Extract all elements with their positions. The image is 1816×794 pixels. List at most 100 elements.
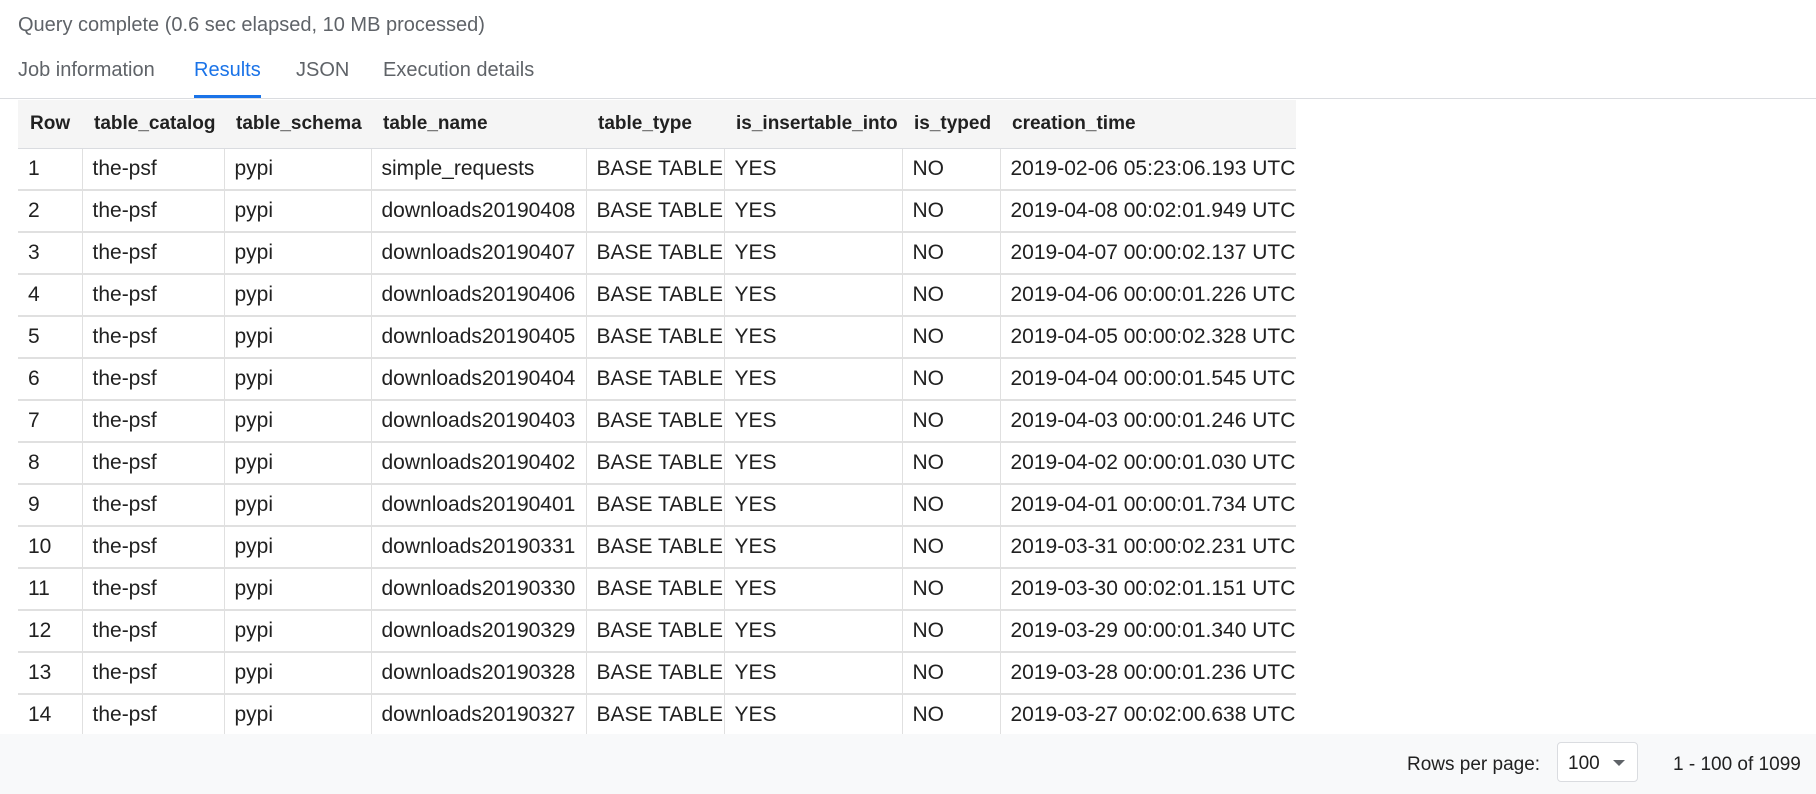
rows-per-page-select[interactable]: 100 <box>1557 742 1638 782</box>
table-cell-table-schema: pypi <box>224 694 372 734</box>
table-row: 3 the-psf pypi downloads20190407 BASE TABLE Y… <box>18 232 1296 275</box>
pagination-range: 1 - 100 of 1099 <box>1673 754 1801 775</box>
table-cell-is-insertable-into: YES <box>724 190 903 233</box>
column-header-creation-time[interactable]: creation_time <box>1000 100 1296 149</box>
table-cell-is-insertable-into: YES <box>724 316 903 359</box>
table-cell-table-catalog: the-psf <box>82 568 225 611</box>
table-cell-creation-time: 2019-03-28 00:00:01.236 UTC <box>1000 652 1296 695</box>
table-cell-is-insertable-into: YES <box>724 442 903 485</box>
column-header-row[interactable]: Row <box>18 100 82 149</box>
table-cell-table-type: BASE TABLE <box>586 190 725 233</box>
table-cell-table-type: BASE TABLE <box>586 568 725 611</box>
table-cell-table-schema: pypi <box>224 526 372 569</box>
table-row: 12 the-psf pypi downloads20190329 BASE TABLE… <box>18 610 1296 653</box>
table-cell-row: 5 <box>18 316 83 359</box>
query-results-page: Query complete (0.6 sec elapsed, 10 MB p… <box>0 0 1816 794</box>
table-cell-is-typed: NO <box>902 610 1001 653</box>
table-cell-is-typed: NO <box>902 148 1001 191</box>
column-header-table-catalog[interactable]: table_catalog <box>82 100 224 149</box>
column-header-is-insertable-into[interactable]: is_insertable_into <box>724 100 902 149</box>
column-header-table-schema[interactable]: table_schema <box>224 100 371 149</box>
table-row: 9 the-psf pypi downloads20190401 BASE TABLE Y… <box>18 484 1296 527</box>
table-row: 7 the-psf pypi downloads20190403 BASE TABLE Y… <box>18 400 1296 443</box>
results-table-container[interactable]: Row table_catalog table_schema table_name ta… <box>18 100 1296 734</box>
column-header-table-name[interactable]: table_name <box>371 100 586 149</box>
table-cell-is-typed: NO <box>902 442 1001 485</box>
table-cell-table-catalog: the-psf <box>82 274 225 317</box>
table-row: 1 the-psf pypi simple_requests BASE TABLE YES… <box>18 148 1296 191</box>
tab-json[interactable]: JSON <box>296 59 349 98</box>
table-cell-creation-time: 2019-02-06 05:23:06.193 UTC <box>1000 148 1296 191</box>
table-cell-table-catalog: the-psf <box>82 148 225 191</box>
table-cell-is-insertable-into: YES <box>724 610 903 653</box>
table-cell-table-schema: pypi <box>224 316 372 359</box>
table-cell-is-insertable-into: YES <box>724 484 903 527</box>
table-cell-table-catalog: the-psf <box>82 232 225 275</box>
table-cell-creation-time: 2019-03-31 00:00:02.231 UTC <box>1000 526 1296 569</box>
table-cell-table-catalog: the-psf <box>82 652 225 695</box>
table-cell-is-typed: NO <box>902 568 1001 611</box>
table-row: 6 the-psf pypi downloads20190404 BASE TABLE Y… <box>18 358 1296 401</box>
rows-per-page-label: Rows per page: <box>1407 754 1541 775</box>
table-cell-table-type: BASE TABLE <box>586 232 725 275</box>
column-header-table-type[interactable]: table_type <box>586 100 724 149</box>
table-cell-table-schema: pypi <box>224 358 372 401</box>
table-cell-table-catalog: the-psf <box>82 526 225 569</box>
table-cell-creation-time: 2019-04-03 00:00:01.246 UTC <box>1000 400 1296 443</box>
column-header-is-typed[interactable]: is_typed <box>902 100 1000 149</box>
table-cell-is-typed: NO <box>902 400 1001 443</box>
table-cell-table-name: downloads20190327 <box>371 694 587 734</box>
table-row: 2 the-psf pypi downloads20190408 BASE TABLE Y… <box>18 190 1296 233</box>
tab-execution-details[interactable]: Execution details <box>383 59 534 98</box>
table-cell-table-schema: pypi <box>224 484 372 527</box>
table-cell-table-schema: pypi <box>224 610 372 653</box>
table-cell-row: 2 <box>18 190 83 233</box>
table-cell-row: 10 <box>18 526 83 569</box>
table-cell-is-typed: NO <box>902 526 1001 569</box>
table-row: 5 the-psf pypi downloads20190405 BASE TABLE Y… <box>18 316 1296 359</box>
table-row: 4 the-psf pypi downloads20190406 BASE TABLE Y… <box>18 274 1296 317</box>
table-cell-table-name: downloads20190403 <box>371 400 587 443</box>
table-cell-is-insertable-into: YES <box>724 232 903 275</box>
table-cell-table-schema: pypi <box>224 190 372 233</box>
table-cell-table-type: BASE TABLE <box>586 484 725 527</box>
results-tab-bar: Job information Results JSON Execution d… <box>0 56 1816 99</box>
table-cell-row: 7 <box>18 400 83 443</box>
table-cell-table-type: BASE TABLE <box>586 400 725 443</box>
table-cell-table-name: downloads20190402 <box>371 442 587 485</box>
table-cell-creation-time: 2019-04-06 00:00:01.226 UTC <box>1000 274 1296 317</box>
table-cell-row: 12 <box>18 610 83 653</box>
table-cell-creation-time: 2019-04-07 00:00:02.137 UTC <box>1000 232 1296 275</box>
table-cell-table-type: BASE TABLE <box>586 694 725 734</box>
table-cell-table-name: downloads20190330 <box>371 568 587 611</box>
table-cell-is-typed: NO <box>902 274 1001 317</box>
table-cell-table-type: BASE TABLE <box>586 442 725 485</box>
table-cell-table-catalog: the-psf <box>82 316 225 359</box>
tab-job-information[interactable]: Job information <box>18 59 155 98</box>
table-cell-table-catalog: the-psf <box>82 610 225 653</box>
table-cell-is-insertable-into: YES <box>724 694 903 734</box>
table-cell-row: 4 <box>18 274 83 317</box>
table-cell-is-insertable-into: YES <box>724 568 903 611</box>
query-status-text: Query complete (0.6 sec elapsed, 10 MB p… <box>18 14 485 36</box>
table-cell-table-catalog: the-psf <box>82 442 225 485</box>
table-cell-creation-time: 2019-03-30 00:02:01.151 UTC <box>1000 568 1296 611</box>
table-cell-creation-time: 2019-03-27 00:02:00.638 UTC <box>1000 694 1296 734</box>
table-cell-is-typed: NO <box>902 484 1001 527</box>
table-cell-table-name: downloads20190407 <box>371 232 587 275</box>
table-cell-table-schema: pypi <box>224 274 372 317</box>
table-cell-row: 8 <box>18 442 83 485</box>
tab-results[interactable]: Results <box>194 59 261 98</box>
table-cell-table-schema: pypi <box>224 442 372 485</box>
table-cell-table-schema: pypi <box>224 232 372 275</box>
table-cell-table-type: BASE TABLE <box>586 610 725 653</box>
table-cell-table-name: simple_requests <box>371 148 587 191</box>
rows-per-page-value: 100 <box>1568 753 1600 774</box>
table-body: 1 the-psf pypi simple_requests BASE TABLE YES… <box>18 148 1296 734</box>
table-row: 11 the-psf pypi downloads20190330 BASE TABLE… <box>18 568 1296 611</box>
table-cell-row: 6 <box>18 358 83 401</box>
table-cell-table-name: downloads20190401 <box>371 484 587 527</box>
table-cell-creation-time: 2019-04-04 00:00:01.545 UTC <box>1000 358 1296 401</box>
table-cell-table-name: downloads20190328 <box>371 652 587 695</box>
table-cell-table-catalog: the-psf <box>82 190 225 233</box>
